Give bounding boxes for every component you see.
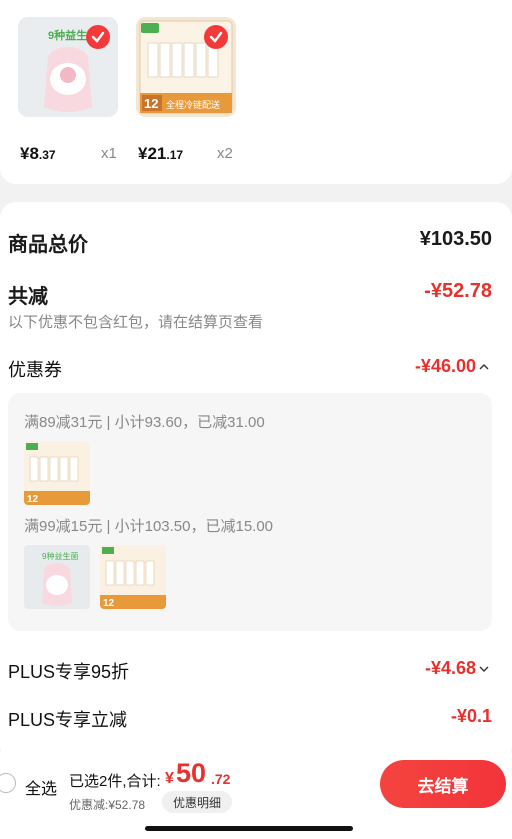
- total-amount-int: 50: [176, 758, 207, 788]
- plus-cut-label: PLUS专享立减: [8, 710, 128, 730]
- plus95-value: -¥4.68: [424, 658, 476, 678]
- selected-check-icon[interactable]: [204, 25, 228, 49]
- plus-cut-value: -¥0.1: [450, 706, 492, 726]
- item-price-int: ¥21: [138, 144, 167, 163]
- svg-text:12: 12: [27, 494, 39, 505]
- total-price-label: 商品总价: [8, 234, 88, 256]
- discount-detail-button[interactable]: 优惠明细: [162, 791, 232, 813]
- coupon-product-thumb: 12: [24, 441, 90, 505]
- discount-label: 共减: [8, 286, 48, 308]
- item-price-int: ¥8: [20, 144, 39, 163]
- total-price-value: ¥103.50: [419, 228, 492, 250]
- chevron-down-icon: [479, 666, 489, 672]
- chevron-up-icon: [479, 363, 489, 369]
- coupon-detail-panel: 满89减31元 | 小计93.60，已减31.00 12 满99减15元 | 小…: [8, 393, 492, 631]
- coupon-value: -¥46.00: [414, 356, 476, 376]
- svg-text:9种益生菌: 9种益生菌: [42, 551, 78, 561]
- total-currency: ¥: [165, 770, 174, 787]
- coupon-product-thumb: 9种益生菌: [24, 545, 90, 609]
- coupon-toggle[interactable]: -¥46.00: [415, 356, 490, 377]
- item-qty: x2: [217, 145, 233, 162]
- item-price: ¥21.17: [138, 144, 183, 164]
- total-amount-dec: .72: [211, 771, 231, 787]
- selected-check-icon[interactable]: [86, 25, 110, 49]
- discount-summary: 优惠减:¥52.78: [69, 798, 146, 812]
- home-indicator: [145, 826, 353, 831]
- plus95-label: PLUS专享95折: [8, 662, 130, 682]
- product-thumb-milk-box[interactable]: 12 全程冷链配送: [136, 17, 236, 117]
- thumb-text: 全程冷链配送: [166, 99, 220, 110]
- checkout-button[interactable]: 去结算: [380, 760, 506, 808]
- select-all-label[interactable]: 全选: [25, 775, 57, 799]
- plus95-toggle[interactable]: -¥4.68: [425, 658, 490, 679]
- item-price-dec: .37: [38, 148, 56, 162]
- pack-count-badge: 12: [144, 96, 158, 111]
- discount-note: 以下优惠不包含红包，请在结算页查看: [8, 314, 264, 331]
- item-qty: x1: [101, 145, 117, 162]
- coupon-rule: 满99减15元 | 小计103.50，已减15.00: [24, 518, 274, 535]
- coupon-product-thumb: 12: [100, 545, 166, 609]
- discount-value: -¥52.78: [424, 280, 492, 302]
- product-thumb-yogurt[interactable]: 9种益生菌: [18, 17, 118, 117]
- coupon-rule: 满89减31元 | 小计93.60，已减31.00: [24, 414, 265, 431]
- coupon-label: 优惠券: [8, 360, 62, 380]
- svg-text:12: 12: [103, 598, 115, 609]
- selected-total-label: 已选2件,合计:: [69, 773, 161, 790]
- selected-items-card: 9种益生菌 12 全程冷链配送 ¥8.37 x1 ¥21.17 x2: [0, 0, 512, 184]
- item-price-dec: .17: [166, 148, 184, 162]
- item-price: ¥8.37: [20, 144, 56, 164]
